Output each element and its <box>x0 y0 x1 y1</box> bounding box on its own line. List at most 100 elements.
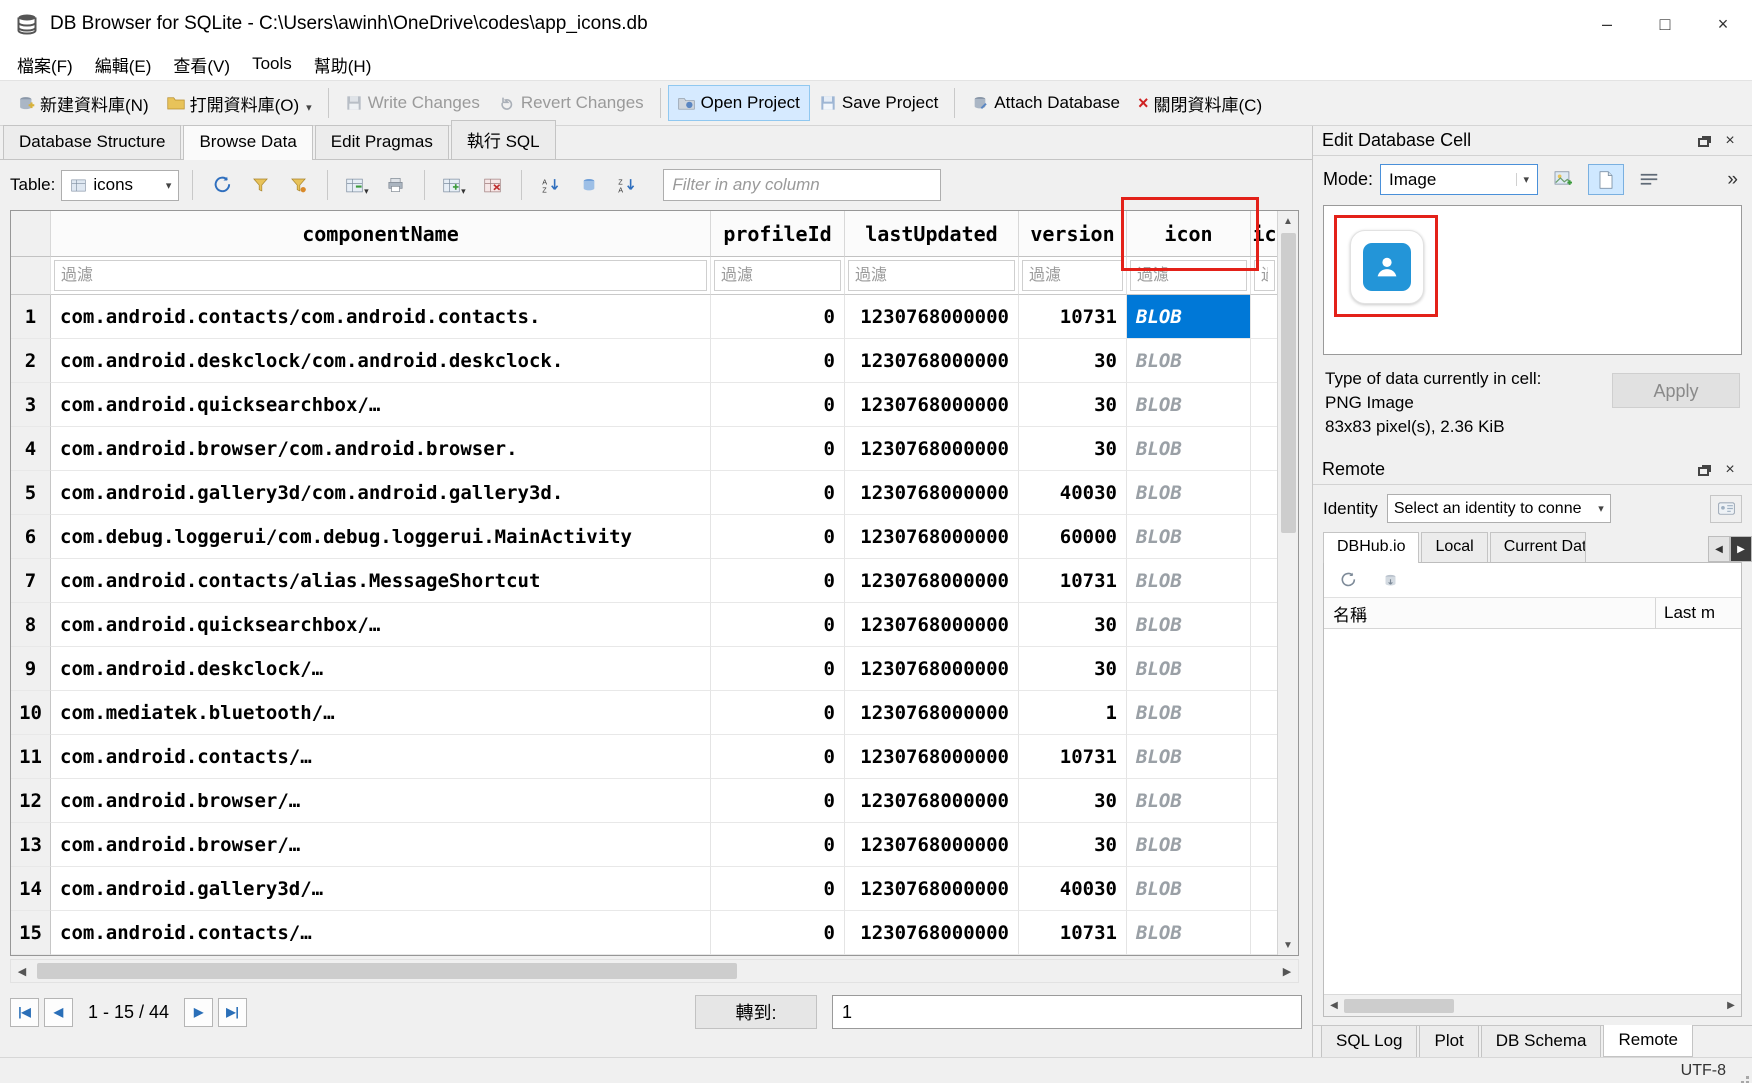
row-number[interactable]: 5 <box>11 471 51 515</box>
cell-icon[interactable]: BLOB <box>1127 515 1251 559</box>
close-database-button[interactable]: × 關閉資料庫(C) <box>1129 84 1271 123</box>
dock-tab-db-schema[interactable]: DB Schema <box>1481 1026 1602 1058</box>
cell-version[interactable]: 30 <box>1019 383 1127 427</box>
first-page-button[interactable]: |◀ <box>10 998 39 1027</box>
close-button[interactable]: × <box>1694 0 1752 48</box>
cell-componentName[interactable]: com.android.contacts/… <box>51 735 711 779</box>
cell-lastUpdated[interactable]: 1230768000000 <box>845 691 1019 735</box>
scroll-right-icon[interactable]: ▶ <box>1276 965 1298 978</box>
row-number[interactable]: 7 <box>11 559 51 603</box>
cell-componentName[interactable]: com.android.contacts/alias.MessageShortc… <box>51 559 711 603</box>
insert-record-button[interactable]: ▾ <box>341 170 373 200</box>
cell-version[interactable]: 30 <box>1019 779 1127 823</box>
tab-dbhub[interactable]: DBHub.io <box>1323 532 1419 563</box>
cell-lastUpdated[interactable]: 1230768000000 <box>845 427 1019 471</box>
cell-icon[interactable]: BLOB <box>1127 867 1251 911</box>
cell-profileId[interactable]: 0 <box>711 295 845 339</box>
cell-clipped[interactable] <box>1251 603 1279 647</box>
remote-refresh-button[interactable] <box>1332 565 1364 595</box>
cell-clipped[interactable] <box>1251 647 1279 691</box>
row-number[interactable]: 2 <box>11 339 51 383</box>
vertical-scrollbar-thumb[interactable] <box>1281 233 1296 533</box>
cell-icon[interactable]: BLOB <box>1127 647 1251 691</box>
clear-filters-button[interactable] <box>244 170 276 200</box>
column-header-lastUpdated[interactable]: lastUpdated <box>845 211 1019 257</box>
cell-clipped[interactable] <box>1251 515 1279 559</box>
cell-lastUpdated[interactable]: 1230768000000 <box>845 471 1019 515</box>
cell-profileId[interactable]: 0 <box>711 735 845 779</box>
cell-clipped[interactable] <box>1251 735 1279 779</box>
remote-column-last-modified[interactable]: Last m <box>1655 598 1741 628</box>
cell-lastUpdated[interactable]: 1230768000000 <box>845 295 1019 339</box>
open-database-dropdown-icon[interactable]: ▾ <box>306 101 312 116</box>
write-changes-button[interactable]: Write Changes <box>336 86 489 120</box>
cell-componentName[interactable]: com.debug.loggerui/com.debug.loggerui.Ma… <box>51 515 711 559</box>
cell-version[interactable]: 30 <box>1019 647 1127 691</box>
cell-profileId[interactable]: 0 <box>711 691 845 735</box>
cell-icon[interactable]: BLOB <box>1127 823 1251 867</box>
cell-version[interactable]: 40030 <box>1019 867 1127 911</box>
cell-version[interactable]: 1 <box>1019 691 1127 735</box>
tab-local[interactable]: Local <box>1421 532 1487 562</box>
duplicate-record-dropdown-icon[interactable]: ▾ <box>461 186 466 200</box>
row-number[interactable]: 1 <box>11 295 51 339</box>
horizontal-scrollbar[interactable]: ◀ ▶ <box>10 959 1299 983</box>
filter-lastUpdated-input[interactable] <box>848 260 1015 291</box>
previous-page-button[interactable]: ◀ <box>44 998 73 1027</box>
row-number[interactable]: 15 <box>11 911 51 955</box>
cell-componentName[interactable]: com.android.gallery3d/com.android.galler… <box>51 471 711 515</box>
cell-clipped[interactable] <box>1251 823 1279 867</box>
cell-componentName[interactable]: com.android.contacts/com.android.contact… <box>51 295 711 339</box>
revert-changes-button[interactable]: Revert Changes <box>489 86 653 120</box>
cell-lastUpdated[interactable]: 1230768000000 <box>845 515 1019 559</box>
cell-clipped[interactable] <box>1251 779 1279 823</box>
remote-column-name[interactable]: 名稱 <box>1324 598 1655 628</box>
toolbar-overflow-icon[interactable]: » <box>1727 169 1742 191</box>
remote-clone-button[interactable] <box>1374 565 1406 595</box>
cell-clipped[interactable] <box>1251 471 1279 515</box>
menu-file[interactable]: 檔案(F) <box>6 48 84 81</box>
dock-tab-remote[interactable]: Remote <box>1603 1025 1693 1057</box>
cell-lastUpdated[interactable]: 1230768000000 <box>845 383 1019 427</box>
scroll-down-icon[interactable]: ▼ <box>1278 935 1298 955</box>
print-button[interactable] <box>379 170 411 200</box>
row-number[interactable]: 10 <box>11 691 51 735</box>
cell-profileId[interactable]: 0 <box>711 427 845 471</box>
tab-scroll-left-icon[interactable]: ◀ <box>1708 536 1730 562</box>
cell-componentName[interactable]: com.android.deskclock/com.android.deskcl… <box>51 339 711 383</box>
cell-icon[interactable]: BLOB <box>1127 779 1251 823</box>
cell-clipped[interactable] <box>1251 427 1279 471</box>
filter-componentName-input[interactable] <box>54 260 707 291</box>
horizontal-scrollbar-thumb[interactable] <box>37 963 737 979</box>
column-header-componentName[interactable]: componentName <box>51 211 711 257</box>
duplicate-record-button[interactable]: ▾ <box>438 170 470 200</box>
word-wrap-button[interactable] <box>1631 164 1667 195</box>
cell-lastUpdated[interactable]: 1230768000000 <box>845 339 1019 383</box>
cell-icon[interactable]: BLOB <box>1127 559 1251 603</box>
cell-profileId[interactable]: 0 <box>711 779 845 823</box>
dock-tab-sql-log[interactable]: SQL Log <box>1321 1026 1417 1058</box>
cell-lastUpdated[interactable]: 1230768000000 <box>845 559 1019 603</box>
delete-record-button[interactable] <box>476 170 508 200</box>
cell-profileId[interactable]: 0 <box>711 823 845 867</box>
remote-scrollbar-thumb[interactable] <box>1344 999 1454 1013</box>
column-header-profileId[interactable]: profileId <box>711 211 845 257</box>
row-number[interactable]: 13 <box>11 823 51 867</box>
cell-clipped[interactable] <box>1251 383 1279 427</box>
table-select[interactable]: icons ▾ <box>61 170 179 201</box>
close-panel-button[interactable]: × <box>1717 458 1743 482</box>
cell-lastUpdated[interactable]: 1230768000000 <box>845 647 1019 691</box>
float-panel-button[interactable] <box>1691 458 1717 482</box>
cell-lastUpdated[interactable]: 1230768000000 <box>845 735 1019 779</box>
row-number[interactable]: 9 <box>11 647 51 691</box>
cell-icon[interactable]: BLOB <box>1127 471 1251 515</box>
encoding-label[interactable]: UTF-8 <box>1681 1062 1726 1080</box>
cell-profileId[interactable]: 0 <box>711 471 845 515</box>
cell-lastUpdated[interactable]: 1230768000000 <box>845 603 1019 647</box>
cell-clipped[interactable] <box>1251 911 1279 955</box>
sort-descending-button[interactable]: ZA <box>611 170 643 200</box>
cell-icon[interactable]: BLOB <box>1127 735 1251 779</box>
scroll-left-icon[interactable]: ◀ <box>1324 1000 1344 1011</box>
mode-select[interactable]: Image ▾ <box>1380 164 1538 195</box>
row-number[interactable]: 3 <box>11 383 51 427</box>
